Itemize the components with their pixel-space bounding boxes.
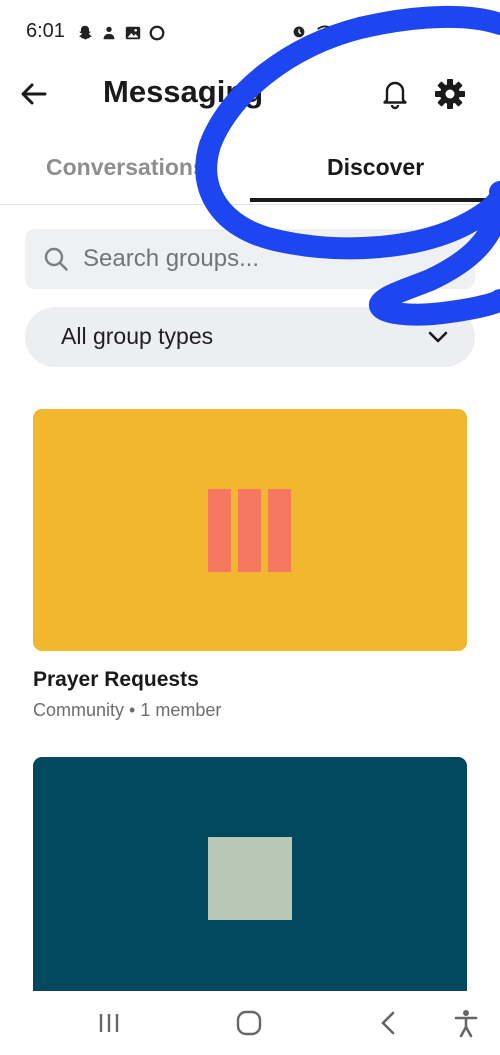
- circle-app-icon: [149, 25, 165, 41]
- search-bar: [25, 229, 475, 289]
- system-nav-bar: [0, 991, 500, 1055]
- tab-discover[interactable]: Discover: [327, 154, 424, 181]
- group-card-cover[interactable]: [33, 409, 467, 651]
- bell-icon[interactable]: [378, 76, 412, 110]
- status-time: 6:01: [26, 20, 65, 42]
- app-header: Messaging: [0, 64, 500, 124]
- tab-conversations[interactable]: Conversations: [46, 154, 206, 181]
- back-arrow-icon[interactable]: [18, 78, 50, 110]
- accessibility-icon[interactable]: [450, 1007, 482, 1039]
- nav-back-icon[interactable]: [373, 1007, 405, 1039]
- page-title: Messaging: [103, 74, 264, 109]
- system-icons: [290, 22, 334, 40]
- cover-art-bar: [208, 489, 231, 572]
- cover-art-bar: [238, 489, 261, 572]
- cover-art-bar: [268, 489, 291, 572]
- tab-bar: Conversations Discover: [0, 140, 500, 205]
- recent-apps-icon[interactable]: [93, 1007, 125, 1039]
- status-bar: 6:01: [0, 0, 500, 64]
- snapchat-icon: [79, 25, 92, 40]
- search-input[interactable]: [83, 229, 463, 289]
- group-type-dropdown[interactable]: All group types: [25, 307, 475, 367]
- dropdown-selected-value: All group types: [61, 323, 214, 349]
- chevron-down-icon: [428, 331, 448, 343]
- group-card-cover[interactable]: [33, 757, 467, 991]
- search-icon: [44, 247, 68, 271]
- home-icon[interactable]: [233, 1007, 265, 1039]
- alarm-icon: [293, 26, 305, 38]
- gear-icon[interactable]: [432, 76, 468, 112]
- wifi-icon: [317, 25, 333, 36]
- image-icon: [125, 26, 141, 40]
- group-name[interactable]: Prayer Requests: [33, 668, 199, 692]
- cover-art-square: [208, 837, 292, 920]
- app-notification-icon: [103, 26, 115, 40]
- notification-icons: [76, 23, 166, 43]
- active-tab-indicator: [250, 198, 500, 202]
- group-meta: Community • 1 member: [33, 700, 222, 720]
